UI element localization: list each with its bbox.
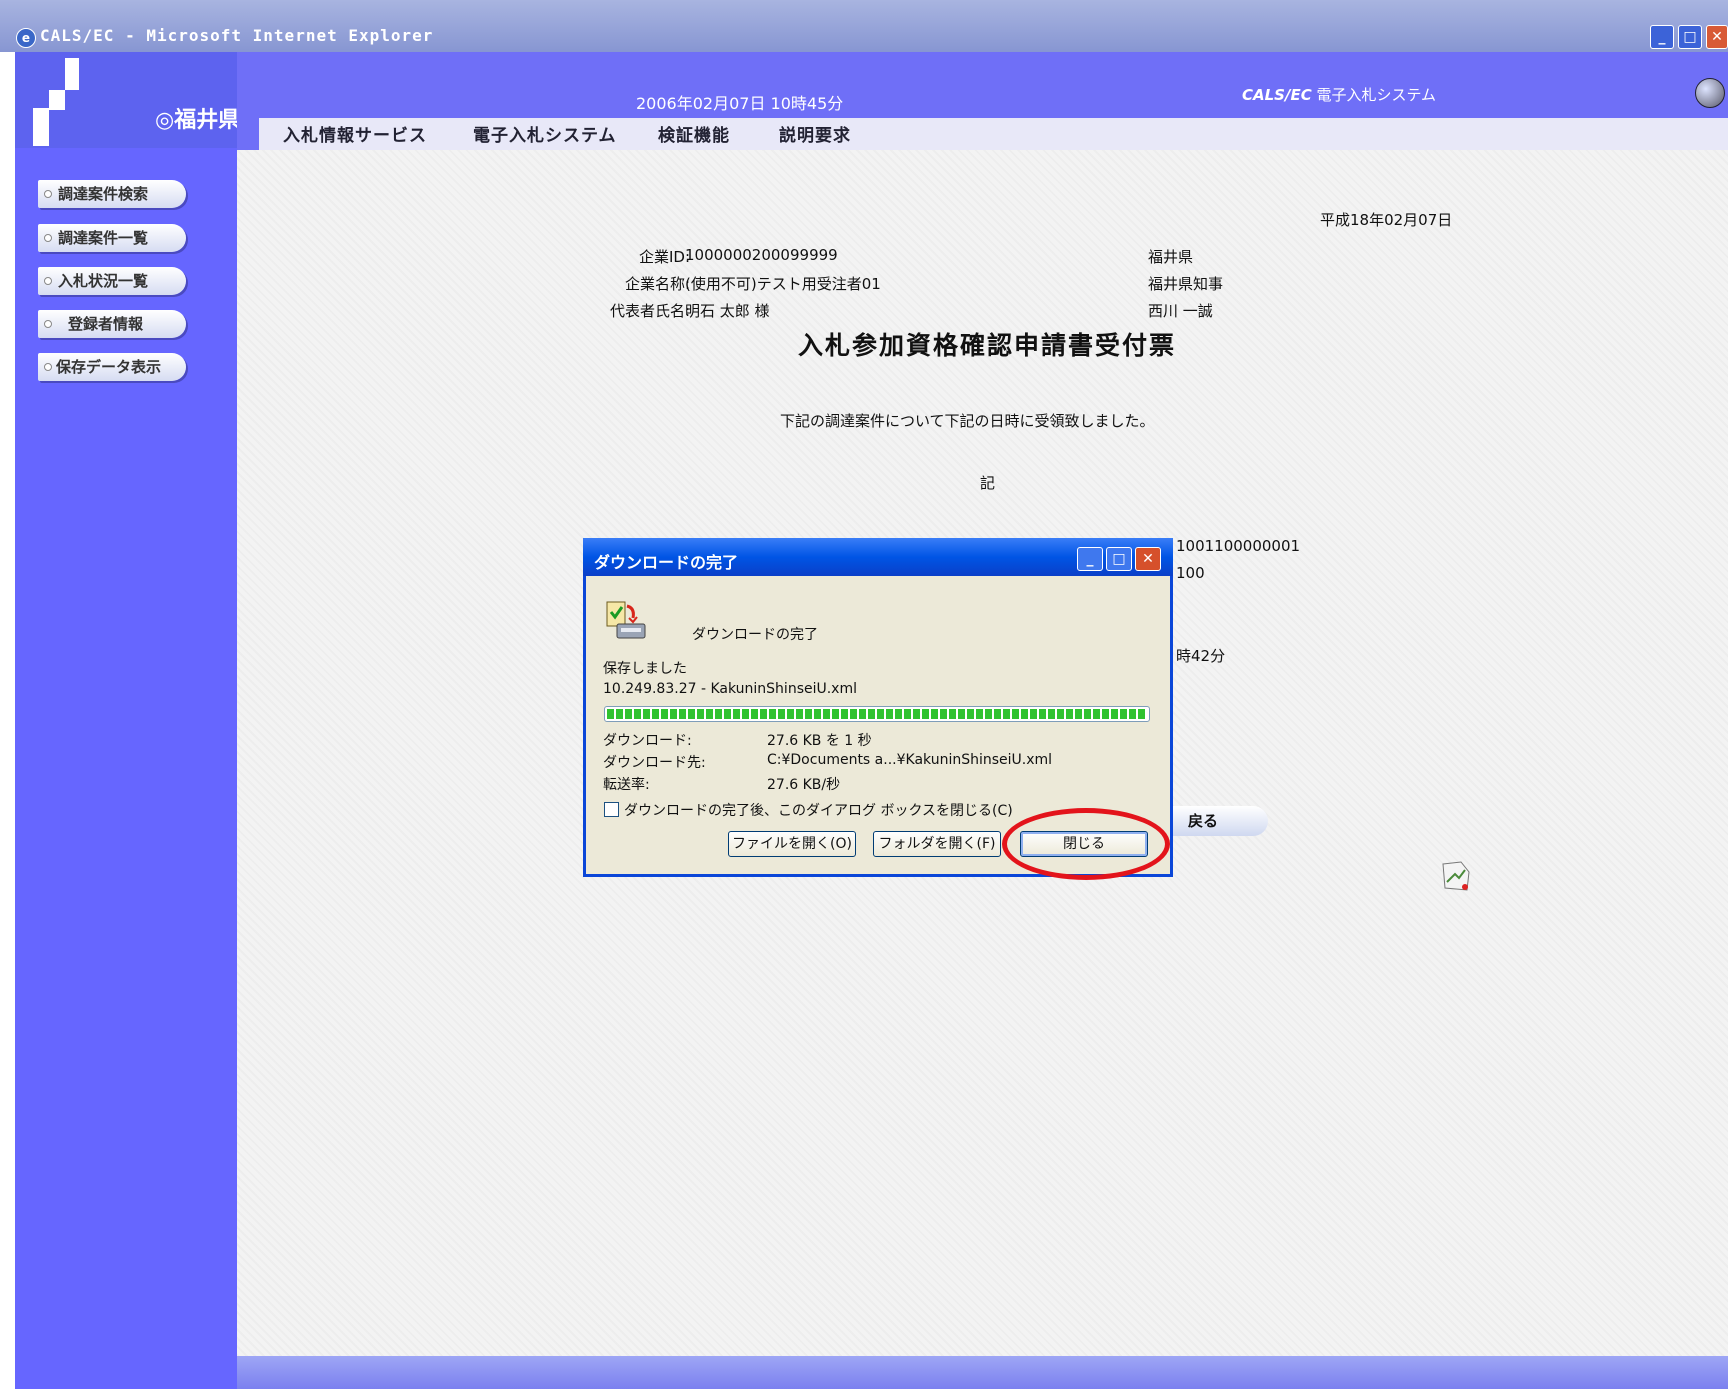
receipt-time-partial: 時42分 (1176, 647, 1226, 665)
download-size-value: 27.6 KB を 1 秒 (767, 733, 872, 749)
transfer-rate-label: 転送率: (603, 777, 650, 793)
system-title: CALS/EC 電子入札システム (1242, 86, 1437, 104)
menu-electronic-bidding[interactable]: 電子入札システム (473, 121, 617, 146)
dialog-close-button[interactable]: ✕ (1135, 547, 1161, 571)
logo-block (49, 90, 65, 110)
sidebar-item-registrant-info[interactable]: 登録者情報 (38, 310, 186, 338)
footer-bar (237, 1356, 1728, 1389)
broken-image-icon[interactable] (1441, 860, 1471, 892)
bullet-icon (44, 363, 52, 371)
back-button[interactable]: 戻る (1166, 806, 1268, 836)
sidebar-item-procurement-search[interactable]: 調達案件検索 (38, 180, 186, 208)
page-title: 入札参加資格確認申請書受付票 (798, 331, 1177, 360)
menu-bar-edge (237, 118, 259, 150)
sidebar-item-bid-status[interactable]: 入札状況一覧 (38, 267, 186, 295)
logo-block (65, 58, 79, 90)
menu-verification[interactable]: 検証機能 (658, 121, 730, 146)
bullet-icon (44, 277, 52, 285)
menu-explanation-request[interactable]: 説明要求 (779, 121, 851, 146)
issuer-organization: 福井県 (1148, 248, 1194, 266)
logo-block (33, 108, 49, 146)
transfer-rate-value: 27.6 KB/秒 (767, 777, 841, 793)
company-name: (使用不可)テスト用受注者01 (685, 275, 881, 293)
close-on-complete-label[interactable]: ダウンロードの完了後、このダイアログ ボックスを閉じる(C) (624, 800, 1013, 820)
dialog-heading: ダウンロードの完了 (692, 627, 818, 643)
open-file-button[interactable]: ファイルを開く(O) (728, 831, 856, 857)
issuer-title: 福井県知事 (1148, 275, 1224, 293)
representative-name: 明石 太郎 様 (685, 302, 770, 320)
bullet-icon (44, 320, 52, 328)
window-maximize-button[interactable]: □ (1678, 25, 1702, 49)
download-progress-bar (604, 706, 1150, 722)
progress-fill (607, 709, 1147, 719)
prefecture-logo: ◎福井県 (155, 108, 241, 133)
sidebar-item-saved-data[interactable]: 保存データ表示 (38, 353, 186, 381)
ki-heading: 記 (980, 474, 996, 492)
window-minimize-button[interactable]: _ (1650, 25, 1674, 49)
downloaded-file-name: 10.249.83.27 - KakuninShinseiU.xml (603, 681, 857, 697)
download-destination-label: ダウンロード先: (603, 755, 706, 771)
ie-icon: e (16, 28, 36, 48)
dialog-maximize-button[interactable]: □ (1106, 547, 1132, 571)
issuer-name: 西川 一誠 (1148, 302, 1213, 320)
sidebar (15, 52, 237, 1389)
download-complete-icon (606, 601, 646, 639)
menu-bid-info-service[interactable]: 入札情報サービス (283, 121, 427, 146)
company-name-label: 企業名称: (624, 275, 690, 293)
highlight-annotation-circle (1002, 808, 1170, 880)
receipt-message: 下記の調達案件について下記の日時に受領致しました。 (780, 412, 1155, 430)
globe-icon (1695, 78, 1725, 108)
sidebar-item-procurement-list[interactable]: 調達案件一覧 (38, 224, 186, 252)
open-folder-button[interactable]: フォルダを開く(F) (873, 831, 1001, 857)
representative-label: 代表者氏名: (609, 302, 690, 320)
download-destination-value: C:¥Documents a...¥KakuninShinseiU.xml (767, 752, 1053, 768)
header-datetime: 2006年02月07日 10時45分 (636, 94, 844, 113)
bullet-icon (44, 234, 52, 242)
company-id-label: 企業ID: (638, 248, 690, 266)
menu-bar (237, 118, 1728, 150)
header (237, 52, 1728, 118)
window-close-button[interactable]: ✕ (1706, 25, 1728, 49)
download-size-label: ダウンロード: (603, 733, 692, 749)
bullet-icon (44, 190, 52, 198)
dialog-minimize-button[interactable]: _ (1077, 547, 1103, 571)
logo-mark-icon: ◎ (155, 108, 175, 133)
saved-status: 保存しました (603, 661, 687, 677)
document-date: 平成18年02月07日 (1320, 211, 1453, 229)
close-on-complete-checkbox[interactable] (604, 802, 619, 817)
window-titlebar: e CALS/EC - Microsoft Internet Explorer (0, 0, 1728, 52)
company-id: 1000000200099999 (685, 246, 838, 264)
window-title: CALS/EC - Microsoft Internet Explorer (40, 26, 434, 45)
procurement-number-partial: 1001100000001 (1176, 537, 1301, 555)
dialog-title: ダウンロードの完了 (594, 553, 739, 572)
field-value-partial: 100 (1176, 564, 1205, 582)
